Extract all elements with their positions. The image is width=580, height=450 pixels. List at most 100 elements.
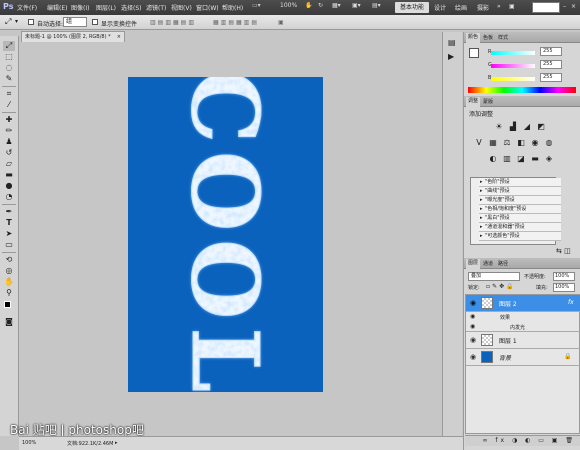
auto-select-checkbox[interactable] (28, 19, 34, 25)
layer-effects-row[interactable]: ◉ 效果 (466, 312, 580, 322)
layer-row-1[interactable]: ◉ 图层 1 (466, 332, 580, 349)
rotate-view-icon[interactable]: ↻ (318, 2, 323, 13)
levels-icon[interactable]: ▟ (508, 122, 518, 131)
quick-select-tool-icon[interactable]: ✎ (3, 74, 15, 84)
crop-tool-icon[interactable]: ⌗ (3, 89, 15, 99)
brush-tool-icon[interactable]: ✏ (3, 126, 15, 136)
workspace-painting[interactable]: 绘画 (455, 3, 467, 12)
status-menu-icon[interactable]: ▸ (115, 440, 118, 446)
preset-hue-saturation[interactable]: "色相/饱和度"预设 (479, 205, 561, 214)
align-icons[interactable]: ▥▤▥▦▤▥ (150, 19, 196, 26)
tab-layers[interactable]: 图层 (466, 259, 481, 269)
auto-select-dropdown[interactable]: 组 (63, 17, 87, 27)
preset-exposure[interactable]: "曝光度"预设 (479, 196, 561, 205)
menu-edit[interactable]: 编辑(E) (47, 3, 67, 12)
actions-panel-icon[interactable]: ▶ (448, 52, 454, 61)
selective-color-icon[interactable]: ◈ (544, 154, 554, 163)
channel-r-slider[interactable] (491, 51, 535, 55)
color-balance-icon[interactable]: ⚖ (502, 138, 512, 147)
exposure-icon[interactable]: ◩ (536, 122, 546, 131)
hand-icon[interactable]: ✋ (305, 2, 312, 13)
grid-icon[interactable]: ▦▾ (332, 2, 341, 13)
hue-sat-icon[interactable]: ▦ (488, 138, 498, 147)
foreground-swatch[interactable] (469, 48, 479, 58)
lock-icons[interactable]: ▫✎✥🔒 (486, 283, 516, 290)
blend-mode-dropdown[interactable]: 叠加 (468, 272, 520, 281)
preset-levels[interactable]: "色阶"预设 (479, 178, 561, 187)
invert-icon[interactable]: ◐ (488, 154, 498, 163)
foreground-color-swatch[interactable] (4, 301, 11, 308)
menu-help[interactable]: 帮助(H) (222, 3, 243, 12)
layer-name[interactable]: 图层 2 (499, 299, 517, 308)
gradient-tool-icon[interactable]: ▬ (3, 170, 15, 180)
gradient-map-icon[interactable]: ▬ (530, 154, 540, 163)
eye-icon[interactable]: ◉ (470, 313, 475, 320)
hand-tool-icon[interactable]: ✋ (3, 277, 15, 287)
dodge-tool-icon[interactable]: ◔ (3, 192, 15, 202)
menu-select[interactable]: 选择(S) (121, 3, 142, 12)
tab-paths[interactable]: 路径 (496, 260, 510, 267)
photo-filter-icon[interactable]: ◉ (530, 138, 540, 147)
workspace-menu-icon[interactable]: ▣ (509, 3, 515, 10)
tab-styles[interactable]: 样式 (496, 34, 510, 41)
document-tab[interactable]: 未标题-1 @ 100% (图层 2, RGB/8) * × (21, 31, 125, 42)
tab-color[interactable]: 颜色 (466, 33, 481, 43)
history-panel-icon[interactable]: ▤ (448, 38, 456, 47)
minimize-icon[interactable]: – (563, 3, 566, 10)
type-tool-icon[interactable]: T (3, 218, 15, 228)
screen-mode-icon[interactable]: ▭▾ (252, 2, 261, 13)
preset-black-white[interactable]: "黑白"预设 (479, 214, 561, 223)
preset-selective-color[interactable]: "可选颜色"预设 (479, 232, 561, 241)
close-icon[interactable]: × (571, 3, 576, 10)
move-tool-icon[interactable]: ⤢ (3, 41, 15, 51)
vibrance-icon[interactable]: V (474, 138, 484, 147)
menu-image[interactable]: 图像(I) (71, 3, 89, 12)
menu-filter[interactable]: 滤镜(T) (146, 3, 166, 12)
workspace-design[interactable]: 设计 (434, 3, 446, 12)
channel-r-value[interactable]: 255 (540, 47, 562, 56)
tool-preset-chevron-icon[interactable]: ▾ (15, 18, 18, 25)
menu-view[interactable]: 视图(V) (171, 3, 192, 12)
tab-channels[interactable]: 通道 (481, 260, 495, 267)
channel-g-slider[interactable] (491, 64, 535, 68)
layers-footer-icons[interactable]: ∞ fx ◑ ◐ ▭ ▣ 🗑 (465, 435, 580, 446)
layer-row-2[interactable]: ◉ 图层 2 fx (466, 295, 580, 312)
document-canvas[interactable]: COOL COOL (128, 77, 323, 392)
eraser-tool-icon[interactable]: ▱ (3, 159, 15, 169)
zoom-dropdown[interactable]: 100% (280, 2, 297, 13)
workspace-photography[interactable]: 摄影 (477, 3, 489, 12)
channel-g-value[interactable]: 255 (540, 60, 562, 69)
eyedropper-tool-icon[interactable]: ⁄ (3, 100, 15, 110)
distribute-icons[interactable]: ▦▥▤▦▥▤ (213, 19, 259, 26)
extras-icon[interactable]: ▤▾ (372, 2, 381, 13)
adjustment-footer-icons[interactable]: ⇆ ◫ (556, 247, 571, 255)
brightness-icon[interactable]: ☀ (494, 122, 504, 131)
blur-tool-icon[interactable]: ● (3, 181, 15, 191)
curves-icon[interactable]: ◢ (522, 122, 532, 131)
layer-name[interactable]: 背景 (499, 353, 511, 362)
layer-row-background[interactable]: ◉ 背景 🔒 (466, 349, 580, 366)
show-transform-checkbox[interactable] (92, 19, 98, 25)
tab-masks[interactable]: 蒙版 (481, 98, 495, 105)
layer-inner-glow-row[interactable]: ◉ 内发光 (466, 322, 580, 332)
color-spectrum-bar[interactable] (468, 87, 576, 93)
history-brush-tool-icon[interactable]: ↺ (3, 148, 15, 158)
posterize-icon[interactable]: ▥ (502, 154, 512, 163)
status-zoom[interactable]: 100% (22, 440, 36, 446)
eye-icon[interactable]: ◉ (470, 323, 475, 330)
channel-b-value[interactable]: 255 (540, 73, 562, 82)
eye-icon[interactable]: ◉ (470, 353, 476, 361)
close-tab-icon[interactable]: × (117, 32, 121, 42)
marquee-tool-icon[interactable]: ⬚ (3, 52, 15, 62)
tab-swatches[interactable]: 色板 (481, 34, 495, 41)
workspace-more[interactable]: » (497, 3, 501, 10)
menu-window[interactable]: 窗口(W) (196, 3, 219, 12)
preset-curves[interactable]: "曲线"预设 (479, 187, 561, 196)
fx-badge[interactable]: fx (568, 299, 574, 306)
quick-mask-icon[interactable]: ◙ (3, 317, 15, 327)
healing-brush-tool-icon[interactable]: ✚ (3, 115, 15, 125)
zoom-tool-icon[interactable]: ⚲ (3, 288, 15, 298)
tab-adjustments[interactable]: 调整 (466, 97, 481, 107)
preset-channel-mixer[interactable]: "通道混和器"预设 (479, 223, 561, 232)
menu-file[interactable]: 文件(F) (17, 3, 37, 12)
